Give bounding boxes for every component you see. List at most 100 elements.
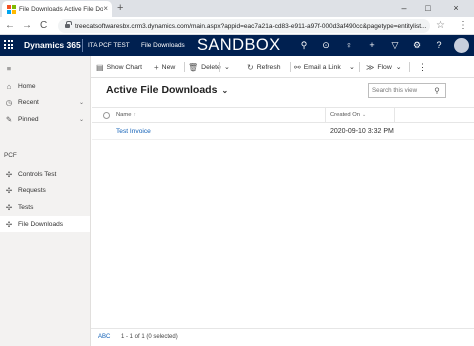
record-count: 1 - 1 of 1 (0 selected): [121, 334, 178, 340]
app-header: Dynamics 365 ITA PCF TEST File Downloads…: [0, 35, 474, 56]
header-divider: [82, 39, 83, 52]
plus-icon: +: [154, 62, 159, 72]
clock-icon: ◷: [5, 97, 13, 107]
sidebar-menu-toggle[interactable]: ≡: [0, 60, 90, 76]
app-name[interactable]: ITA PCF TEST: [88, 42, 130, 49]
url-input[interactable]: treecatsoftwaresbx.crm3.dynamics.com/mai…: [58, 19, 430, 33]
plus-icon[interactable]: +: [366, 39, 378, 52]
puzzle-icon: ✣: [5, 219, 13, 229]
sidebar-item-label: Recent: [18, 98, 39, 106]
search-input[interactable]: [369, 87, 431, 94]
column-label: Name: [116, 112, 132, 118]
sidebar-item-label: Pinned: [18, 115, 39, 123]
back-icon[interactable]: ←: [5, 19, 15, 33]
select-all-checkbox[interactable]: [103, 112, 110, 119]
flow-icon: ≫: [366, 62, 375, 72]
more-commands-icon[interactable]: ⋮: [418, 56, 427, 78]
sidebar-group-label: PCF: [4, 152, 17, 159]
hamburger-icon: ≡: [6, 63, 12, 73]
flow-button[interactable]: ≫ Flow ⌄: [366, 56, 401, 78]
grid-header: Name ↑ Created On ⌄: [92, 107, 474, 123]
jump-bar-toggle[interactable]: ABC: [98, 334, 110, 340]
sidebar-item-file-downloads[interactable]: ✣ File Downloads: [0, 216, 90, 232]
url-text: treecatsoftwaresbx.crm3.dynamics.com/mai…: [75, 22, 427, 30]
pin-icon: ✎: [5, 114, 13, 124]
minimize-icon[interactable]: –: [394, 0, 414, 17]
table-row[interactable]: Test Invoice 2020-09-10 3:32 PM: [92, 124, 474, 140]
column-label: Created On: [330, 112, 360, 118]
puzzle-icon: ✣: [5, 185, 13, 195]
chevron-down-icon: ⌄: [395, 64, 402, 71]
delete-dropdown-chevron-icon[interactable]: ⌄: [224, 56, 230, 78]
bookmark-star-icon[interactable]: ☆: [436, 20, 445, 32]
environment-banner: SANDBOX: [197, 36, 281, 54]
sidebar-item-pinned[interactable]: ✎ Pinned ⌄: [0, 111, 90, 127]
puzzle-icon: ✣: [5, 202, 13, 212]
created-on-cell: 2020-09-10 3:32 PM: [330, 128, 394, 135]
forward-icon[interactable]: →: [22, 19, 32, 33]
delete-button[interactable]: 🗑 Delete: [188, 56, 221, 78]
filter-icon[interactable]: ▽: [389, 39, 401, 52]
search-icon[interactable]: ⚲: [298, 39, 310, 52]
search-icon[interactable]: ⚲: [431, 86, 443, 95]
command-bar: ▤ Show Chart + New 🗑 Delete ⌄ ↻ Refresh …: [91, 56, 474, 78]
command-divider: [409, 62, 410, 72]
sidebar-item-label: Requests: [18, 186, 46, 194]
grid-footer: ABC 1 - 1 of 1 (0 selected): [91, 328, 474, 346]
email-dropdown-chevron-icon[interactable]: ⌄: [349, 56, 355, 78]
lock-icon: [65, 20, 72, 29]
view-selector[interactable]: Active File Downloads ⌄: [106, 84, 228, 96]
window-close-icon[interactable]: ×: [446, 0, 466, 17]
column-header-name[interactable]: Name ↑: [116, 112, 136, 118]
new-tab-button[interactable]: +: [117, 1, 123, 15]
chevron-down-icon: ⌄: [361, 112, 367, 118]
show-chart-label: Show Chart: [106, 63, 143, 71]
sidebar-item-home[interactable]: ⌂ Home: [0, 78, 90, 94]
sidebar-item-tests[interactable]: ✣ Tests: [0, 199, 90, 215]
chevron-down-icon: ⌄: [78, 116, 84, 123]
column-divider[interactable]: [325, 108, 326, 123]
address-bar: ← → C treecatsoftwaresbx.crm3.dynamics.c…: [0, 17, 474, 35]
command-divider: [290, 62, 291, 72]
refresh-icon: ↻: [247, 62, 254, 72]
page-title: Active File Downloads: [106, 84, 218, 96]
record-name-link[interactable]: Test Invoice: [116, 128, 151, 135]
lightbulb-icon[interactable]: ♀: [343, 39, 355, 52]
browser-tab[interactable]: File Downloads Active File Dow ×: [2, 1, 112, 17]
help-icon[interactable]: ?: [433, 39, 445, 52]
tab-title: File Downloads Active File Dow: [19, 5, 103, 13]
settings-icon[interactable]: ⚙: [411, 39, 423, 52]
sidebar-item-label: Controls Test: [18, 170, 57, 178]
sidebar-item-recent[interactable]: ◷ Recent ⌄: [0, 94, 90, 110]
task-icon[interactable]: ⊙: [320, 39, 332, 52]
avatar[interactable]: [454, 38, 469, 53]
show-chart-button[interactable]: ▤ Show Chart: [96, 56, 142, 78]
brand-title[interactable]: Dynamics 365: [24, 40, 81, 50]
link-icon: ⚯: [294, 62, 301, 72]
sidebar-item-controls-test[interactable]: ✣ Controls Test: [0, 166, 90, 182]
microsoft-logo-icon: [7, 5, 16, 14]
column-divider[interactable]: [394, 108, 395, 123]
app-launcher-icon[interactable]: [4, 40, 14, 50]
delete-label: Delete: [201, 63, 221, 71]
trash-icon: 🗑: [188, 62, 199, 72]
sort-ascending-icon: ↑: [133, 112, 136, 118]
sidebar-item-requests[interactable]: ✣ Requests: [0, 182, 90, 198]
refresh-button[interactable]: ↻ Refresh: [247, 56, 281, 78]
browser-tab-strip: File Downloads Active File Dow × + – □ ×: [0, 0, 474, 17]
breadcrumb: File Downloads: [141, 41, 185, 49]
reload-icon[interactable]: C: [40, 19, 47, 33]
puzzle-icon: ✣: [5, 169, 13, 179]
new-label: New: [161, 63, 176, 71]
new-button[interactable]: + New: [154, 56, 175, 78]
sidebar-item-label: Home: [18, 82, 36, 90]
browser-menu-icon[interactable]: ⋮: [458, 20, 468, 32]
maximize-icon[interactable]: □: [418, 0, 438, 17]
refresh-label: Refresh: [256, 63, 281, 71]
sidebar-item-label: Tests: [18, 203, 34, 211]
tab-close-icon[interactable]: ×: [103, 4, 108, 14]
command-divider: [184, 62, 185, 72]
chevron-down-icon: ⌄: [221, 85, 229, 95]
email-link-button[interactable]: ⚯ Email a Link: [294, 56, 341, 78]
column-header-created-on[interactable]: Created On ⌄: [330, 112, 366, 118]
